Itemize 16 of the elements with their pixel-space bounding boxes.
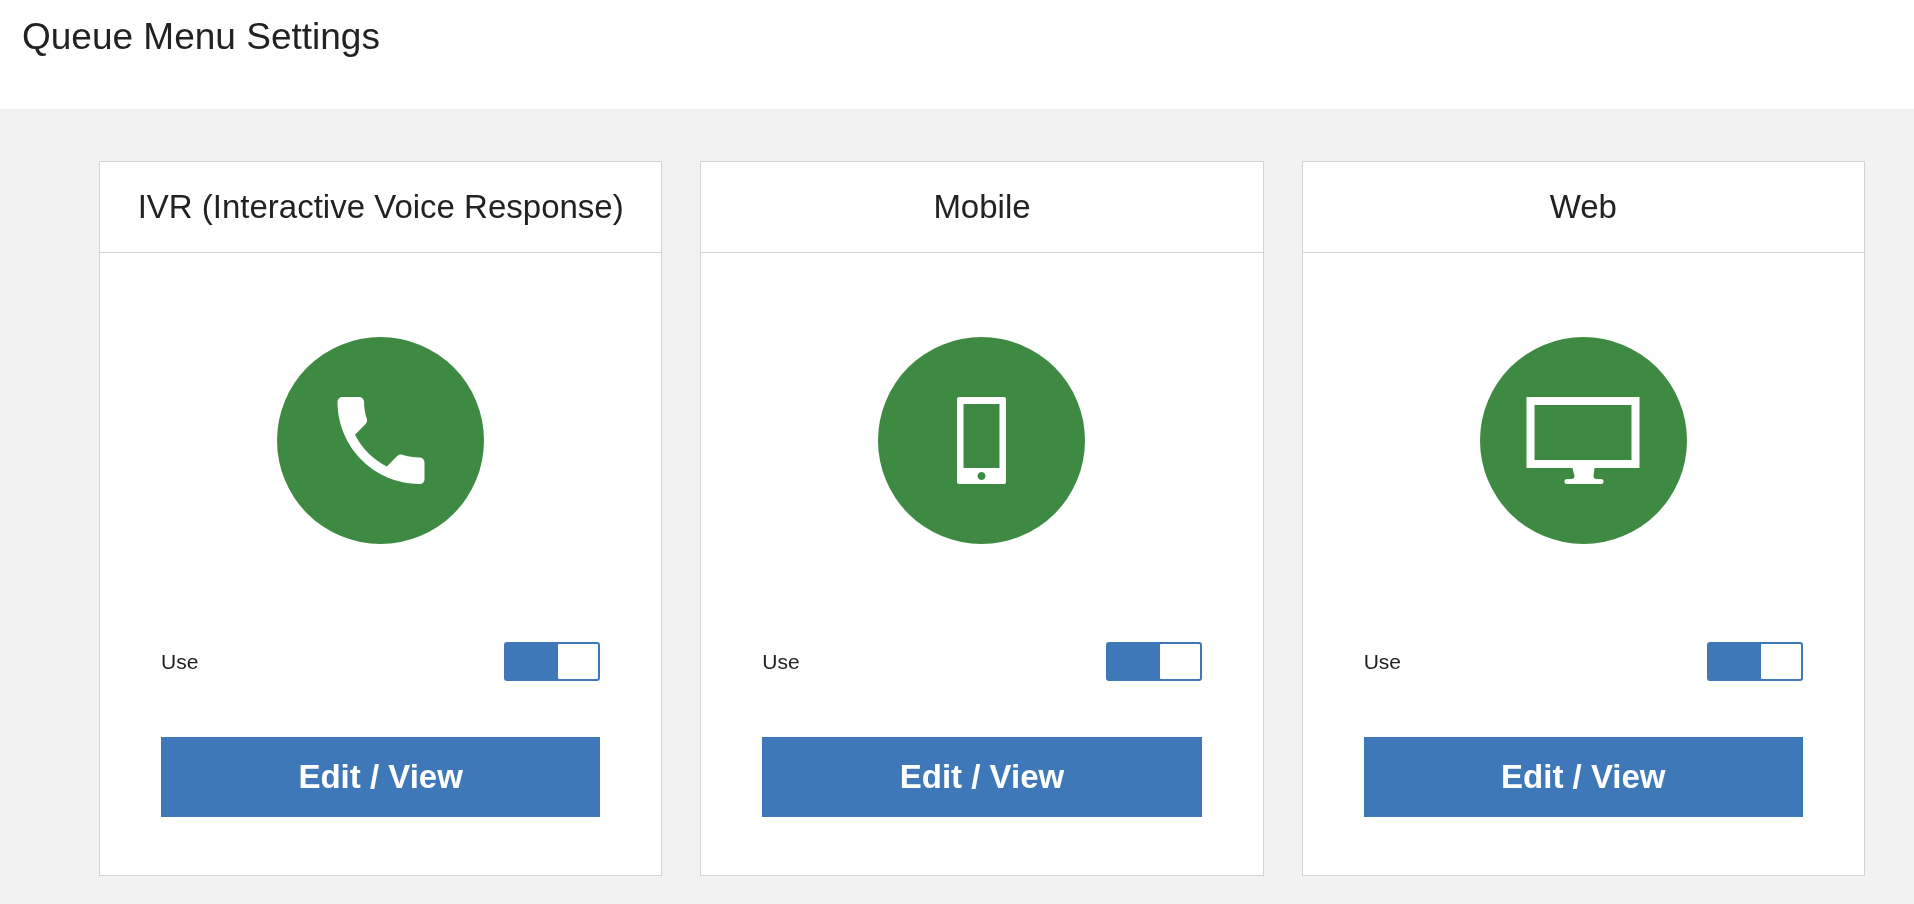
use-label: Use (1363, 649, 1401, 674)
card-title: Mobile (933, 187, 1031, 227)
edit-view-button[interactable]: Edit / View (161, 737, 601, 817)
use-toggle[interactable] (1707, 642, 1803, 681)
card-title: Web (1549, 187, 1617, 227)
use-toggle[interactable] (1105, 642, 1202, 681)
edit-view-button[interactable]: Edit / View (762, 737, 1202, 817)
page-title: Queue Menu Settings (22, 15, 380, 59)
card-title: IVR (Interactive Voice Response) (137, 187, 624, 227)
monitor-icon (1479, 337, 1687, 544)
use-label: Use (762, 649, 800, 674)
use-toggle[interactable] (504, 642, 601, 681)
edit-view-button[interactable]: Edit / View (1363, 737, 1803, 817)
use-label: Use (161, 649, 199, 674)
phone-icon (277, 337, 485, 544)
smartphone-icon (878, 337, 1086, 544)
